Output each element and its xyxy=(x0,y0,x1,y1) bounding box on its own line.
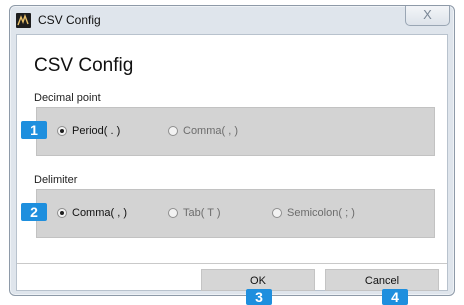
decimal-point-group: Period( . ) Comma( , ) xyxy=(36,107,435,156)
dialog-client-area: CSV Config Decimal point Period( . ) Com… xyxy=(16,34,448,291)
footer-divider xyxy=(17,263,447,264)
delimiter-group: Comma( , ) Tab( T ) Semicolon( ; ) xyxy=(36,189,435,238)
ok-button[interactable]: OK xyxy=(201,269,315,291)
callout-badge-1: 1 xyxy=(21,121,47,139)
radio-label: Tab( T ) xyxy=(183,207,221,219)
app-icon xyxy=(16,13,31,28)
radio-delimiter-semicolon[interactable]: Semicolon( ; ) xyxy=(272,207,355,219)
callout-badge-3: 3 xyxy=(246,289,272,305)
close-button[interactable]: X xyxy=(405,6,450,26)
dialog-window: CSV Config X CSV Config Decimal point Pe… xyxy=(9,5,455,296)
radio-unselected-icon xyxy=(272,208,282,218)
radio-label: Semicolon( ; ) xyxy=(287,207,355,219)
title-bar: CSV Config X xyxy=(10,6,454,34)
radio-selected-icon xyxy=(57,208,67,218)
radio-unselected-icon xyxy=(168,208,178,218)
radio-delimiter-comma[interactable]: Comma( , ) xyxy=(57,207,127,219)
radio-decimal-comma[interactable]: Comma( , ) xyxy=(168,125,238,137)
radio-decimal-period[interactable]: Period( . ) xyxy=(57,125,120,137)
close-icon: X xyxy=(423,7,432,22)
radio-selected-icon xyxy=(57,126,67,136)
radio-label: Comma( , ) xyxy=(183,125,238,137)
radio-label: Comma( , ) xyxy=(72,207,127,219)
radio-label: Period( . ) xyxy=(72,125,121,137)
decimal-point-label: Decimal point xyxy=(34,92,101,104)
window-title: CSV Config xyxy=(38,13,101,27)
callout-badge-4: 4 xyxy=(382,289,408,305)
callout-badge-2: 2 xyxy=(21,203,47,221)
dialog-heading: CSV Config xyxy=(34,55,134,76)
radio-unselected-icon xyxy=(168,126,178,136)
delimiter-label: Delimiter xyxy=(34,174,78,186)
radio-delimiter-tab[interactable]: Tab( T ) xyxy=(168,207,221,219)
cancel-button[interactable]: Cancel xyxy=(325,269,439,291)
